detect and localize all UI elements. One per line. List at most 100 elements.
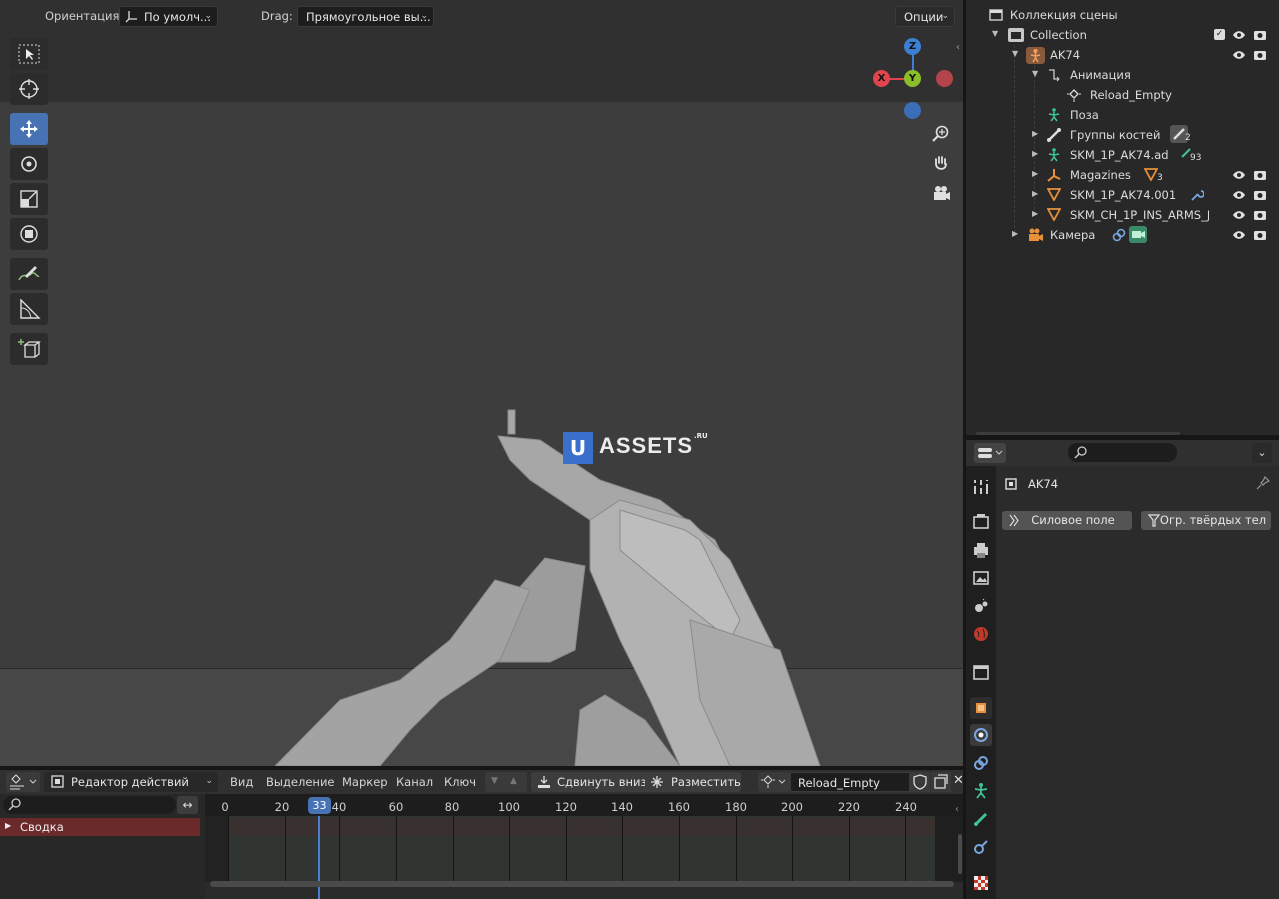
camera-view-button[interactable] bbox=[929, 182, 953, 206]
expand-arrow-icon[interactable]: ▶ bbox=[1032, 149, 1038, 158]
gizmo-neg-x-axis[interactable] bbox=[936, 70, 953, 87]
annotate-tool[interactable] bbox=[10, 258, 48, 290]
properties-search-input[interactable] bbox=[1068, 443, 1177, 462]
editor-type-dropdown[interactable] bbox=[6, 772, 40, 792]
outliner-row-animation[interactable]: ▼ Анимация bbox=[966, 65, 1279, 85]
rotate-tool[interactable] bbox=[10, 148, 48, 180]
outliner-scene-collection[interactable]: Коллекция сцены bbox=[966, 5, 1279, 25]
menu-channel[interactable]: Канал bbox=[396, 775, 433, 789]
outliner[interactable]: Коллекция сцены ▼ Collection ✓ ▼ AK74 ▼ … bbox=[966, 0, 1279, 435]
action-browse-button[interactable] bbox=[758, 772, 790, 792]
close-icon[interactable]: ✕ bbox=[953, 773, 964, 788]
outliner-row-reload-empty[interactable]: Reload_Empty bbox=[966, 85, 1279, 105]
new-action-button[interactable] bbox=[931, 772, 951, 792]
drag-dropdown[interactable]: Прямоугольное вы... ⌄ bbox=[297, 6, 434, 27]
expand-arrow-icon[interactable]: ▶ bbox=[1032, 129, 1038, 138]
render-camera-icon[interactable] bbox=[1253, 229, 1267, 241]
add-cube-tool[interactable] bbox=[10, 333, 48, 365]
render-camera-icon[interactable] bbox=[1253, 169, 1267, 181]
action-editor-body[interactable]: ↔ ▶ Сводка 0 20 40 60 80 100 120 140 160 bbox=[0, 794, 963, 899]
expand-arrow-icon[interactable]: ▶ bbox=[1032, 189, 1038, 198]
object-tab[interactable] bbox=[970, 697, 992, 719]
channel-search-input[interactable] bbox=[3, 796, 176, 814]
menu-select[interactable]: Выделение bbox=[266, 775, 335, 789]
measure-tool[interactable] bbox=[10, 293, 48, 325]
expand-arrow-icon[interactable]: ▼ bbox=[1012, 49, 1018, 58]
constraint-icon[interactable] bbox=[1112, 228, 1126, 242]
cursor-tool[interactable] bbox=[10, 73, 48, 105]
timeline-scrollbar[interactable] bbox=[210, 881, 954, 887]
outliner-row-magazines[interactable]: ▶ Magazines 3 bbox=[966, 165, 1279, 185]
tool-tab[interactable] bbox=[970, 476, 992, 498]
eye-icon[interactable] bbox=[1232, 49, 1246, 61]
render-tab[interactable] bbox=[970, 511, 992, 533]
triangle-down-icon[interactable]: ▼ bbox=[491, 776, 498, 786]
wrench-icon[interactable] bbox=[1190, 188, 1204, 202]
gizmo-z-axis[interactable]: Z bbox=[904, 38, 921, 55]
menu-view[interactable]: Вид bbox=[230, 775, 253, 789]
chevron-left-icon[interactable]: ‹ bbox=[955, 804, 959, 815]
action-name-field[interactable]: Reload_Empty bbox=[790, 772, 910, 792]
scene-tab[interactable] bbox=[970, 595, 992, 617]
camera-data-icon[interactable] bbox=[1129, 226, 1147, 243]
constraints-tab[interactable] bbox=[970, 752, 992, 774]
bone-constraints-tab[interactable] bbox=[970, 836, 992, 858]
eye-icon[interactable] bbox=[1232, 229, 1246, 241]
gizmo-y-axis[interactable]: Y bbox=[904, 70, 921, 87]
scale-tool[interactable] bbox=[10, 183, 48, 215]
layer-prev-next-buttons[interactable]: ▼ ▲ bbox=[485, 772, 527, 792]
editor-mode-dropdown[interactable]: Редактор действий ⌄ bbox=[44, 772, 218, 792]
triangle-up-icon[interactable]: ▲ bbox=[510, 776, 517, 786]
bone-tab[interactable] bbox=[970, 808, 992, 830]
pan-button[interactable] bbox=[929, 152, 953, 176]
swap-arrows-icon[interactable]: ↔ bbox=[177, 796, 198, 814]
orientation-dropdown[interactable]: По умолч... ⌄ bbox=[119, 6, 218, 27]
transform-tool[interactable] bbox=[10, 218, 48, 250]
outliner-row-bone-groups[interactable]: ▶ Группы костей 2 bbox=[966, 125, 1279, 145]
outliner-row-camera[interactable]: ▶ Камера bbox=[966, 225, 1279, 245]
expand-arrow-icon[interactable]: ▶ bbox=[1032, 209, 1038, 218]
gizmo-neg-z-axis[interactable] bbox=[904, 102, 921, 119]
collection-tab[interactable] bbox=[970, 661, 992, 683]
texture-tab[interactable] bbox=[970, 872, 992, 894]
fake-user-button[interactable] bbox=[910, 772, 930, 792]
eye-icon[interactable] bbox=[1232, 169, 1246, 181]
render-camera-icon[interactable] bbox=[1253, 29, 1267, 41]
current-frame-indicator[interactable]: 33 bbox=[308, 797, 331, 814]
expand-arrow-icon[interactable]: ▼ bbox=[1032, 69, 1038, 78]
expand-arrow-icon[interactable]: ▶ bbox=[5, 821, 11, 830]
timeline-region[interactable]: 0 20 40 60 80 100 120 140 160 180 200 22… bbox=[205, 794, 963, 899]
eye-icon[interactable] bbox=[1232, 209, 1246, 221]
armature-data-tab[interactable] bbox=[970, 780, 992, 802]
summary-row[interactable]: ▶ Сводка bbox=[0, 818, 200, 836]
outliner-row-pose[interactable]: Поза bbox=[966, 105, 1279, 125]
outliner-row-collection[interactable]: ▼ Collection ✓ bbox=[966, 25, 1279, 45]
outliner-row-skm-ak74-ad[interactable]: ▶ SKM_1P_AK74.ad 93 bbox=[966, 145, 1279, 165]
expand-arrow-icon[interactable]: ▼ bbox=[992, 29, 998, 38]
gizmo-x-axis[interactable]: X bbox=[873, 70, 890, 87]
menu-marker[interactable]: Маркер bbox=[342, 775, 388, 789]
render-camera-icon[interactable] bbox=[1253, 209, 1267, 221]
view-layer-tab[interactable] bbox=[970, 567, 992, 589]
expand-arrow-icon[interactable]: ▶ bbox=[1032, 169, 1038, 178]
output-tab[interactable] bbox=[970, 539, 992, 561]
render-camera-icon[interactable] bbox=[1253, 49, 1267, 61]
rigid-body-constraint-button[interactable]: Огр. твёрдых тел bbox=[1141, 511, 1271, 530]
render-camera-icon[interactable] bbox=[1253, 189, 1267, 201]
move-tool[interactable] bbox=[10, 113, 48, 145]
chevron-left-icon[interactable]: ‹ bbox=[956, 42, 960, 53]
physics-tab[interactable] bbox=[970, 724, 992, 746]
force-field-button[interactable]: Силовое поле bbox=[1002, 511, 1132, 530]
pin-icon[interactable] bbox=[1256, 476, 1270, 490]
outliner-row-skm-ak74-001[interactable]: ▶ SKM_1P_AK74.001 bbox=[966, 185, 1279, 205]
vertical-scrollbar[interactable] bbox=[958, 834, 962, 874]
menu-key[interactable]: Ключ bbox=[444, 775, 476, 789]
zoom-button[interactable] bbox=[929, 122, 953, 146]
expand-arrow-icon[interactable]: ▶ bbox=[1012, 229, 1018, 238]
stash-button[interactable]: Разместить bbox=[645, 772, 741, 792]
world-tab[interactable] bbox=[970, 623, 992, 645]
options-dropdown[interactable]: Опции ⌄ bbox=[895, 6, 955, 27]
eye-icon[interactable] bbox=[1232, 189, 1246, 201]
outliner-row-skm-ch-arms[interactable]: ▶ SKM_CH_1P_INS_ARMS_Jugg bbox=[966, 205, 1279, 225]
eye-icon[interactable] bbox=[1232, 29, 1246, 41]
